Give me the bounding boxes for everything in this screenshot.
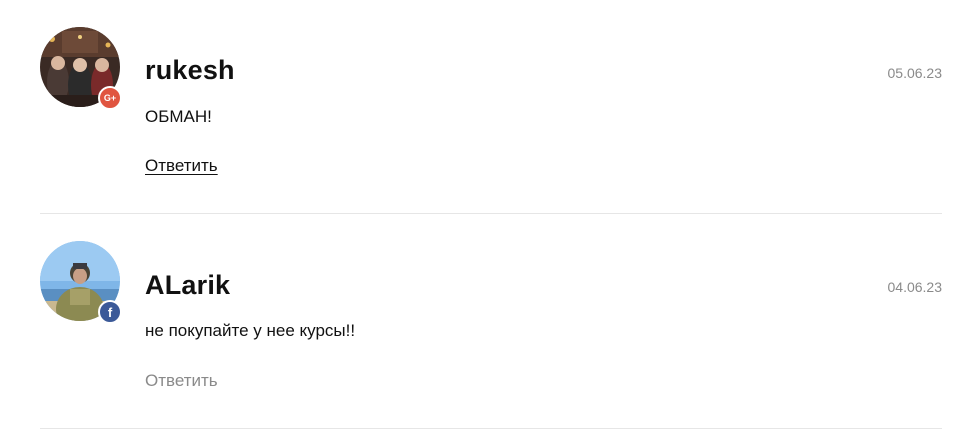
comment-item: f ALarik 04.06.23 не покупайте у нее кур…: [0, 214, 974, 430]
comment-text: не покупайте у нее курсы!!: [145, 321, 356, 340]
comment-date: 05.06.23: [887, 65, 943, 81]
comment-item: G+ rukesh 05.06.23 ОБМАН! Ответить: [0, 0, 974, 214]
avatar[interactable]: G+: [40, 27, 122, 110]
facebook-icon: f: [98, 300, 122, 324]
comment-author: ALarik: [145, 270, 231, 300]
comment-author: rukesh: [145, 55, 235, 85]
reply-button[interactable]: Ответить: [145, 371, 218, 391]
google-plus-icon: G+: [98, 86, 122, 110]
reply-button[interactable]: Ответить: [145, 156, 218, 176]
comment-text: ОБМАН!: [145, 107, 212, 126]
comment-date: 04.06.23: [887, 279, 943, 295]
divider: [40, 428, 942, 429]
avatar[interactable]: f: [40, 241, 122, 324]
